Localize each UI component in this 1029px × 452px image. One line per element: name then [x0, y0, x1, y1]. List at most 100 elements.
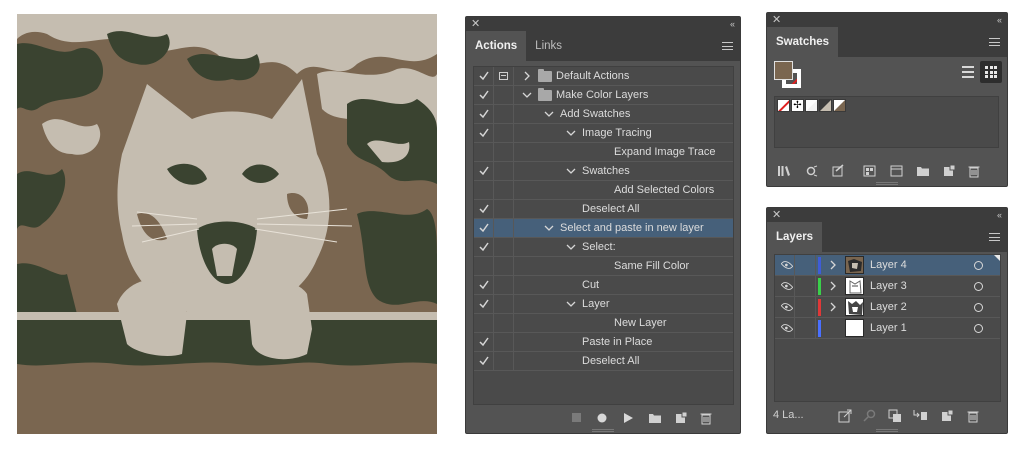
panel-titlebar[interactable]: ✕ ‹‹	[767, 208, 1007, 222]
layer-row[interactable]: Layer 2	[775, 297, 1000, 318]
tab-layers[interactable]: Layers	[767, 222, 823, 252]
export-icon[interactable]	[838, 409, 852, 426]
layer-name[interactable]: Layer 1	[870, 318, 907, 339]
toggle-item-checkbox[interactable]	[474, 352, 494, 371]
clipping-mask-icon[interactable]	[888, 409, 902, 426]
toggle-dialog-column[interactable]	[494, 162, 514, 181]
dialog-toggle-icon[interactable]	[499, 72, 508, 80]
library-icon[interactable]	[777, 164, 793, 181]
collapse-panel-icon[interactable]: ‹‹	[997, 208, 1002, 222]
action-row[interactable]: Same Fill Color	[474, 257, 733, 276]
folder-icon[interactable]	[916, 164, 930, 181]
toggle-dialog-column[interactable]	[494, 352, 514, 371]
action-row[interactable]: Make Color Layers	[474, 86, 733, 105]
toggle-dialog-column[interactable]	[494, 67, 514, 86]
layer-name[interactable]: Layer 2	[870, 297, 907, 318]
lock-toggle[interactable]	[794, 255, 816, 275]
toggle-dialog-column[interactable]	[494, 86, 514, 105]
action-row[interactable]: Select:	[474, 238, 733, 257]
toggle-item-checkbox[interactable]	[474, 238, 494, 257]
record-icon[interactable]	[596, 411, 608, 428]
toggle-dialog-column[interactable]	[494, 181, 514, 200]
lock-toggle[interactable]	[794, 297, 816, 317]
resize-grip[interactable]	[876, 182, 898, 185]
toggle-item-checkbox[interactable]	[474, 257, 494, 276]
action-row[interactable]: Select and paste in new layer	[474, 219, 733, 238]
locate-icon[interactable]	[863, 409, 877, 426]
swatch-brown[interactable]	[833, 99, 846, 112]
lock-toggle[interactable]	[794, 318, 816, 338]
close-icon[interactable]: ✕	[772, 13, 781, 27]
layer-name[interactable]: Layer 3	[870, 276, 907, 297]
trash-icon[interactable]	[699, 411, 713, 428]
new-sublayer-icon[interactable]	[913, 409, 929, 426]
fill-stroke-indicator[interactable]	[774, 61, 802, 89]
new-swatch-icon[interactable]	[942, 164, 956, 181]
panel-menu-icon[interactable]	[722, 42, 733, 50]
action-row[interactable]: Add Swatches	[474, 105, 733, 124]
toggle-dialog-column[interactable]	[494, 238, 514, 257]
swatch-registration[interactable]: ✢	[791, 99, 804, 112]
action-row[interactable]: Expand Image Trace	[474, 143, 733, 162]
toggle-item-checkbox[interactable]	[474, 200, 494, 219]
action-row[interactable]: Deselect All	[474, 352, 733, 371]
toggle-item-checkbox[interactable]	[474, 219, 494, 238]
collapse-panel-icon[interactable]: ‹‹	[997, 13, 1002, 27]
target-circle-icon[interactable]	[974, 324, 983, 333]
resize-grip[interactable]	[592, 429, 614, 432]
panel-menu-icon[interactable]	[989, 38, 1000, 46]
layer-row[interactable]: Layer 3	[775, 276, 1000, 297]
panel-titlebar[interactable]: ✕ ‹‹	[466, 17, 740, 31]
toggle-item-checkbox[interactable]	[474, 295, 494, 314]
stop-icon[interactable]	[571, 411, 583, 428]
action-row[interactable]: Add Selected Colors	[474, 181, 733, 200]
color-group-icon[interactable]	[863, 164, 877, 181]
action-row[interactable]: New Layer	[474, 314, 733, 333]
target-circle-icon[interactable]	[974, 282, 983, 291]
tab-links[interactable]: Links	[526, 31, 571, 61]
new-layer-icon[interactable]	[940, 409, 954, 426]
action-row[interactable]: Paste in Place	[474, 333, 733, 352]
close-icon[interactable]: ✕	[471, 17, 480, 31]
thumbnail-view-icon[interactable]	[980, 61, 1002, 83]
collapse-panel-icon[interactable]: ‹‹	[730, 17, 735, 31]
toggle-dialog-column[interactable]	[494, 276, 514, 295]
toggle-item-checkbox[interactable]	[474, 333, 494, 352]
trash-icon[interactable]	[966, 409, 980, 426]
new-color-group-icon[interactable]	[890, 164, 904, 181]
panel-titlebar[interactable]: ✕ ‹‹	[767, 13, 1007, 27]
toggle-dialog-column[interactable]	[494, 105, 514, 124]
swatch-white[interactable]	[805, 99, 818, 112]
toggle-dialog-column[interactable]	[494, 257, 514, 276]
visibility-eye-icon[interactable]	[780, 279, 794, 293]
toggle-dialog-column[interactable]	[494, 200, 514, 219]
visibility-eye-icon[interactable]	[780, 300, 794, 314]
target-circle-icon[interactable]	[974, 303, 983, 312]
list-view-icon[interactable]	[957, 61, 979, 83]
panel-menu-icon[interactable]	[989, 233, 1000, 241]
toggle-item-checkbox[interactable]	[474, 67, 494, 86]
action-row[interactable]: Swatches	[474, 162, 733, 181]
trash-icon[interactable]	[967, 164, 981, 181]
visibility-eye-icon[interactable]	[780, 321, 794, 335]
swatch-dark-green[interactable]	[819, 99, 832, 112]
close-icon[interactable]: ✕	[772, 208, 781, 222]
toggle-dialog-column[interactable]	[494, 295, 514, 314]
toggle-dialog-column[interactable]	[494, 219, 514, 238]
action-row[interactable]: Layer	[474, 295, 733, 314]
tab-swatches[interactable]: Swatches	[767, 27, 839, 57]
action-row[interactable]: Default Actions	[474, 67, 733, 86]
new-set-icon[interactable]	[648, 411, 662, 428]
toggle-item-checkbox[interactable]	[474, 105, 494, 124]
toggle-item-checkbox[interactable]	[474, 276, 494, 295]
toggle-item-checkbox[interactable]	[474, 143, 494, 162]
resize-grip[interactable]	[876, 429, 898, 432]
target-circle-icon[interactable]	[974, 261, 983, 270]
swatch-none[interactable]	[777, 99, 790, 112]
lock-toggle[interactable]	[794, 276, 816, 296]
play-icon[interactable]	[622, 411, 634, 428]
toggle-dialog-column[interactable]	[494, 314, 514, 333]
action-row[interactable]: Cut	[474, 276, 733, 295]
toggle-item-checkbox[interactable]	[474, 124, 494, 143]
toggle-dialog-column[interactable]	[494, 143, 514, 162]
